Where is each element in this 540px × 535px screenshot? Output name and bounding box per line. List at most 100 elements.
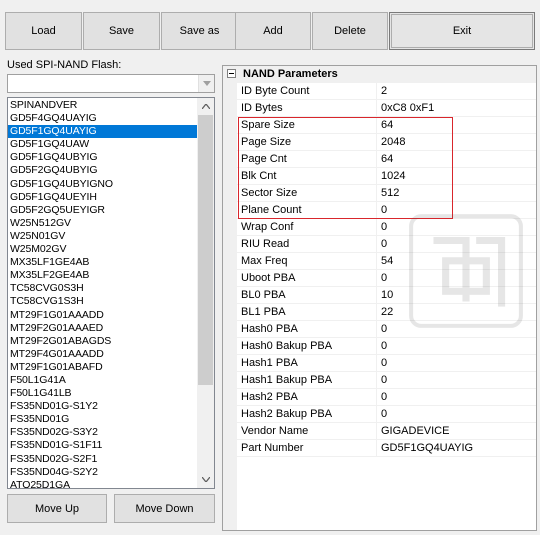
save-as-button[interactable]: Save as (161, 12, 238, 50)
parameter-value[interactable]: 512 (381, 185, 399, 202)
list-item[interactable]: GD5F2GQ5UEYIGR (8, 204, 198, 217)
list-item[interactable]: MT29F2G01AAAED (8, 322, 198, 335)
list-item[interactable]: GD5F1GQ4UBYIG (8, 151, 198, 164)
nand-parameters-category[interactable]: NAND Parameters (223, 66, 536, 83)
parameter-value[interactable]: 0 (381, 202, 387, 219)
list-item[interactable]: GD5F4GQ4UAYIG (8, 112, 198, 125)
list-item[interactable]: GD5F2GQ4UBYIG (8, 164, 198, 177)
parameter-name: Page Cnt (237, 151, 377, 168)
parameter-name: Hash2 PBA (237, 389, 377, 406)
list-item[interactable]: GD5F1GQ4UAW (8, 138, 198, 151)
parameter-value[interactable]: 64 (381, 117, 393, 134)
list-item[interactable]: F50L1G41A (8, 374, 198, 387)
delete-button[interactable]: Delete (312, 12, 388, 50)
parameter-row[interactable]: Page Cnt 64 (237, 151, 536, 168)
parameter-name: Wrap Conf (237, 219, 377, 236)
parameter-value[interactable]: GIGADEVICE (381, 423, 449, 440)
list-item[interactable]: W25N01GV (8, 230, 198, 243)
parameter-row[interactable]: Plane Count 0 (237, 202, 536, 219)
scroll-down-arrow-icon[interactable] (197, 471, 214, 488)
parameter-row[interactable]: RIU Read 0 (237, 236, 536, 253)
parameter-value[interactable]: 0 (381, 355, 387, 372)
load-button[interactable]: Load (5, 12, 82, 50)
parameter-row[interactable]: BL0 PBA 10 (237, 287, 536, 304)
list-item[interactable]: ATO25D1GA (8, 479, 198, 488)
parameter-value[interactable]: 0 (381, 321, 387, 338)
parameter-row[interactable]: Hash0 PBA 0 (237, 321, 536, 338)
list-item[interactable]: GD5F1GQ4UBYIGNO (8, 178, 198, 191)
scrollbar-thumb[interactable] (198, 115, 213, 385)
parameter-value[interactable]: 0 (381, 236, 387, 253)
parameter-value[interactable]: 0 (381, 389, 387, 406)
parameter-name: RIU Read (237, 236, 377, 253)
parameter-value[interactable]: 0 (381, 338, 387, 355)
list-item[interactable]: TC58CVG0S3H (8, 282, 198, 295)
list-item[interactable]: FS35ND01G-S1F11 (8, 439, 198, 452)
list-item[interactable]: SPINANDVER (8, 99, 198, 112)
parameter-value[interactable]: 64 (381, 151, 393, 168)
parameter-rows: ID Byte Count 2 ID Bytes 0xC8 0xF1 Spare Siz… (237, 83, 536, 457)
parameter-row[interactable]: Hash1 PBA 0 (237, 355, 536, 372)
collapse-icon[interactable] (227, 69, 236, 78)
add-button[interactable]: Add (235, 12, 311, 50)
parameter-row[interactable]: Wrap Conf 0 (237, 219, 536, 236)
parameter-row[interactable]: Hash2 Bakup PBA 0 (237, 406, 536, 423)
exit-button[interactable]: Exit (389, 12, 535, 50)
list-item[interactable]: W25M02GV (8, 243, 198, 256)
parameter-name: Vendor Name (237, 423, 377, 440)
parameter-row[interactable]: ID Bytes 0xC8 0xF1 (237, 100, 536, 117)
parameter-row[interactable]: Hash1 Bakup PBA 0 (237, 372, 536, 389)
parameter-row[interactable]: Vendor Name GIGADEVICE (237, 423, 536, 440)
save-button[interactable]: Save (83, 12, 160, 50)
parameter-value[interactable]: GD5F1GQ4UAYIG (381, 440, 473, 457)
list-item[interactable]: MT29F4G01AAADD (8, 348, 198, 361)
chevron-down-icon[interactable] (198, 75, 214, 92)
parameter-row[interactable]: Part Number GD5F1GQ4UAYIG (237, 440, 536, 457)
parameter-value[interactable]: 2048 (381, 134, 405, 151)
move-down-button[interactable]: Move Down (114, 494, 215, 523)
parameter-row[interactable]: Blk Cnt 1024 (237, 168, 536, 185)
parameter-value[interactable]: 0 (381, 372, 387, 389)
parameter-name: Uboot PBA (237, 270, 377, 287)
listbox-scrollbar[interactable] (197, 98, 214, 488)
flash-combo[interactable] (7, 74, 215, 93)
list-item[interactable]: FS35ND02G-S3Y2 (8, 426, 198, 439)
parameter-value[interactable]: 10 (381, 287, 393, 304)
parameter-value[interactable]: 54 (381, 253, 393, 270)
parameter-value[interactable]: 0xC8 0xF1 (381, 100, 434, 117)
list-item[interactable]: W25N512GV (8, 217, 198, 230)
list-item[interactable]: MT29F2G01ABAGDS (8, 335, 198, 348)
parameter-row[interactable]: Sector Size 512 (237, 185, 536, 202)
parameter-row[interactable]: Hash0 Bakup PBA 0 (237, 338, 536, 355)
parameter-row[interactable]: Page Size 2048 (237, 134, 536, 151)
list-item[interactable]: MX35LF1GE4AB (8, 256, 198, 269)
parameter-row[interactable]: Max Freq 54 (237, 253, 536, 270)
flash-listbox[interactable]: SPINANDVER GD5F4GQ4UAYIG GD5F1GQ4UAYIG GD5F… (7, 97, 215, 489)
parameter-value[interactable]: 0 (381, 406, 387, 423)
parameter-row[interactable]: ID Byte Count 2 (237, 83, 536, 100)
parameter-name: Hash0 Bakup PBA (237, 338, 377, 355)
list-item[interactable]: F50L1G41LB (8, 387, 198, 400)
list-item[interactable]: MT29F1G01AAADD (8, 309, 198, 322)
grid-gutter (223, 83, 237, 530)
parameter-value[interactable]: 22 (381, 304, 393, 321)
list-item[interactable]: GD5F1GQ4UEYIH (8, 191, 198, 204)
list-item[interactable]: FS35ND01G (8, 413, 198, 426)
move-up-button[interactable]: Move Up (7, 494, 107, 523)
list-item[interactable]: FS35ND04G-S2Y2 (8, 466, 198, 479)
parameter-row[interactable]: Hash2 PBA 0 (237, 389, 536, 406)
parameter-row[interactable]: BL1 PBA 22 (237, 304, 536, 321)
scroll-up-arrow-icon[interactable] (197, 98, 214, 115)
parameter-row[interactable]: Uboot PBA 0 (237, 270, 536, 287)
parameter-value[interactable]: 0 (381, 270, 387, 287)
list-item[interactable]: FS35ND01G-S1Y2 (8, 400, 198, 413)
parameter-value[interactable]: 2 (381, 83, 387, 100)
list-item[interactable]: FS35ND02G-S2F1 (8, 453, 198, 466)
parameter-value[interactable]: 0 (381, 219, 387, 236)
list-item[interactable]: TC58CVG1S3H (8, 295, 198, 308)
list-item[interactable]: MT29F1G01ABAFD (8, 361, 198, 374)
list-item[interactable]: GD5F1GQ4UAYIG (8, 125, 198, 139)
parameter-value[interactable]: 1024 (381, 168, 405, 185)
list-item[interactable]: MX35LF2GE4AB (8, 269, 198, 282)
parameter-row[interactable]: Spare Size 64 (237, 117, 536, 134)
